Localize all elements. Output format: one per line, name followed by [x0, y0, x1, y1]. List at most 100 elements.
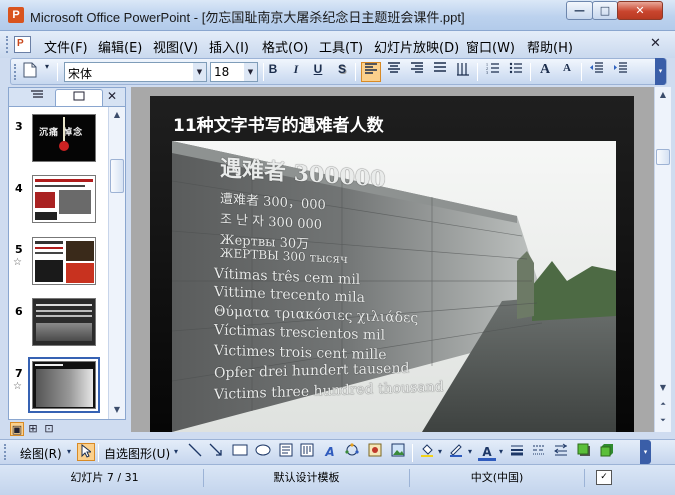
slide-sorter-icon[interactable]: ⊞ [26, 422, 40, 436]
chevron-down-icon[interactable]: ▼ [193, 63, 206, 81]
menu-insert[interactable]: 插入(I) [209, 37, 249, 56]
chevron-down-icon[interactable]: ▾ [64, 443, 74, 461]
current-slide[interactable]: 11种文字书写的遇难者人数 遇难者 300000 遭难者 300，000 조 난… [150, 96, 634, 432]
spelling-check-icon[interactable]: ✓ [596, 470, 612, 485]
arrow-tool-button[interactable] [207, 443, 225, 461]
memorial-wall-photo[interactable]: 遇难者 300000 遭难者 300，000 조 난 자 300 000 Жер… [172, 141, 616, 432]
fill-color-icon[interactable] [418, 443, 436, 461]
scrollbar-thumb[interactable] [656, 149, 670, 165]
bullets-button[interactable] [506, 62, 526, 82]
slide-thumbnail-selected[interactable] [32, 361, 96, 409]
scroll-down-icon[interactable]: ▼ [656, 381, 670, 395]
slide-title[interactable]: 11种文字书写的遇难者人数 [173, 111, 384, 136]
slides-tab[interactable] [55, 89, 103, 106]
scrollbar-thumb[interactable] [110, 159, 124, 193]
minimize-button[interactable]: — [566, 1, 593, 20]
font-name-value: 宋体 [68, 67, 93, 81]
numbering-button[interactable]: 123 [483, 62, 503, 82]
rectangle-tool-button[interactable] [231, 443, 249, 461]
close-button[interactable]: ✕ [617, 1, 663, 20]
align-left-button[interactable] [361, 62, 381, 82]
3d-style-icon[interactable] [598, 443, 616, 461]
align-right-button[interactable] [407, 62, 427, 82]
oval-tool-button[interactable] [254, 443, 272, 461]
chevron-down-icon[interactable]: ▾ [436, 443, 444, 461]
menu-file[interactable]: 文件(F) [44, 37, 88, 56]
underline-button[interactable]: U [308, 62, 328, 82]
previous-slide-icon[interactable]: ⏶ [656, 397, 670, 411]
new-dropdown-icon[interactable]: ▾ [41, 62, 53, 82]
chevron-down-icon[interactable]: ▾ [171, 443, 181, 461]
thumbnail-image [35, 212, 57, 220]
document-icon[interactable] [14, 36, 31, 53]
normal-view-icon[interactable]: ▣ [10, 422, 24, 436]
align-center-button[interactable] [384, 62, 404, 82]
clip-art-icon[interactable] [366, 443, 384, 461]
slide-thumbnail[interactable] [32, 175, 96, 223]
menu-view[interactable]: 视图(V) [153, 37, 198, 56]
arrow-style-icon[interactable] [552, 443, 570, 461]
menu-edit[interactable]: 编辑(E) [98, 37, 142, 56]
shrink-font-button[interactable]: A [557, 62, 577, 82]
close-document-icon[interactable]: ✕ [650, 36, 661, 51]
toolbar-options-icon[interactable]: ▾ [655, 58, 666, 85]
line-color-icon[interactable] [447, 443, 465, 461]
maximize-button[interactable]: □ [592, 1, 618, 20]
oval-icon [255, 444, 271, 456]
vertical-textbox-icon [300, 443, 314, 457]
menu-tools[interactable]: 工具(T) [319, 37, 363, 56]
new-document-icon[interactable] [20, 62, 40, 82]
scroll-up-icon[interactable]: ▲ [656, 88, 670, 102]
draw-menu-button[interactable]: 绘图(R) [20, 445, 62, 462]
outline-tab[interactable] [13, 89, 61, 106]
scroll-up-icon[interactable]: ▲ [110, 108, 124, 122]
slideshow-view-icon[interactable]: ⊡ [42, 422, 56, 436]
autoshapes-menu-button[interactable]: 自选图形(U) [104, 445, 170, 462]
textbox-tool-button[interactable] [277, 443, 295, 461]
thumbnail-image [35, 260, 63, 282]
toolbar-separator [581, 63, 582, 81]
line-icon [188, 443, 202, 457]
toolbar-grip[interactable] [4, 444, 7, 460]
font-color-icon[interactable]: A [478, 443, 496, 461]
chevron-down-icon[interactable]: ▼ [244, 63, 257, 81]
chevron-down-icon[interactable]: ▾ [466, 443, 474, 461]
select-objects-button[interactable] [77, 443, 95, 461]
shadow-style-icon[interactable] [575, 443, 593, 461]
close-pane-icon[interactable]: ✕ [107, 89, 117, 103]
distribute-button[interactable] [430, 62, 450, 82]
menu-format[interactable]: 格式(O) [262, 37, 308, 56]
insert-picture-icon[interactable] [389, 443, 407, 461]
shadow-button[interactable]: S [332, 62, 352, 82]
italic-button[interactable]: I [286, 62, 306, 82]
line-style-icon[interactable] [508, 443, 526, 461]
slide-scrollbar[interactable]: ▲ ▼ ⏶ ⏷ [654, 87, 671, 432]
line-tool-button[interactable] [186, 443, 204, 461]
grow-font-button[interactable]: A [535, 62, 555, 82]
wordart-icon[interactable]: A [321, 443, 339, 461]
menu-window[interactable]: 窗口(W) [466, 37, 515, 56]
powerpoint-app-icon[interactable]: P [8, 7, 24, 23]
slide-thumbnail[interactable]: 沉痛 悼念 [32, 114, 96, 162]
dash-style-icon[interactable] [530, 443, 548, 461]
font-name-select[interactable]: 宋体 ▼ [64, 62, 207, 82]
font-size-select[interactable]: 18 ▼ [210, 62, 258, 82]
toolbar-options-icon[interactable]: ▾ [640, 440, 651, 464]
column-spacing-button[interactable] [453, 62, 473, 82]
bold-button[interactable]: B [263, 62, 283, 82]
increase-indent-button[interactable] [611, 62, 631, 82]
slide-thumbnail[interactable] [32, 237, 96, 285]
menu-help[interactable]: 帮助(H) [527, 37, 573, 56]
menu-slideshow[interactable]: 幻灯片放映(D) [374, 37, 459, 56]
decrease-indent-button[interactable] [587, 62, 607, 82]
next-slide-icon[interactable]: ⏷ [656, 413, 670, 427]
slides-scrollbar[interactable]: ▲ ▼ [108, 107, 125, 419]
scroll-down-icon[interactable]: ▼ [110, 403, 124, 417]
chevron-down-icon[interactable]: ▾ [497, 443, 505, 461]
vertical-textbox-button[interactable] [298, 443, 316, 461]
slides-pane: ✕ 3 沉痛 悼念 4 5 ☆ 6 7 ☆ ▲ ▼ [8, 87, 126, 420]
toolbar-grip[interactable] [14, 64, 17, 80]
slide-thumbnail[interactable] [32, 298, 96, 346]
menu-grip[interactable] [6, 36, 9, 53]
diagram-icon[interactable] [343, 443, 361, 461]
